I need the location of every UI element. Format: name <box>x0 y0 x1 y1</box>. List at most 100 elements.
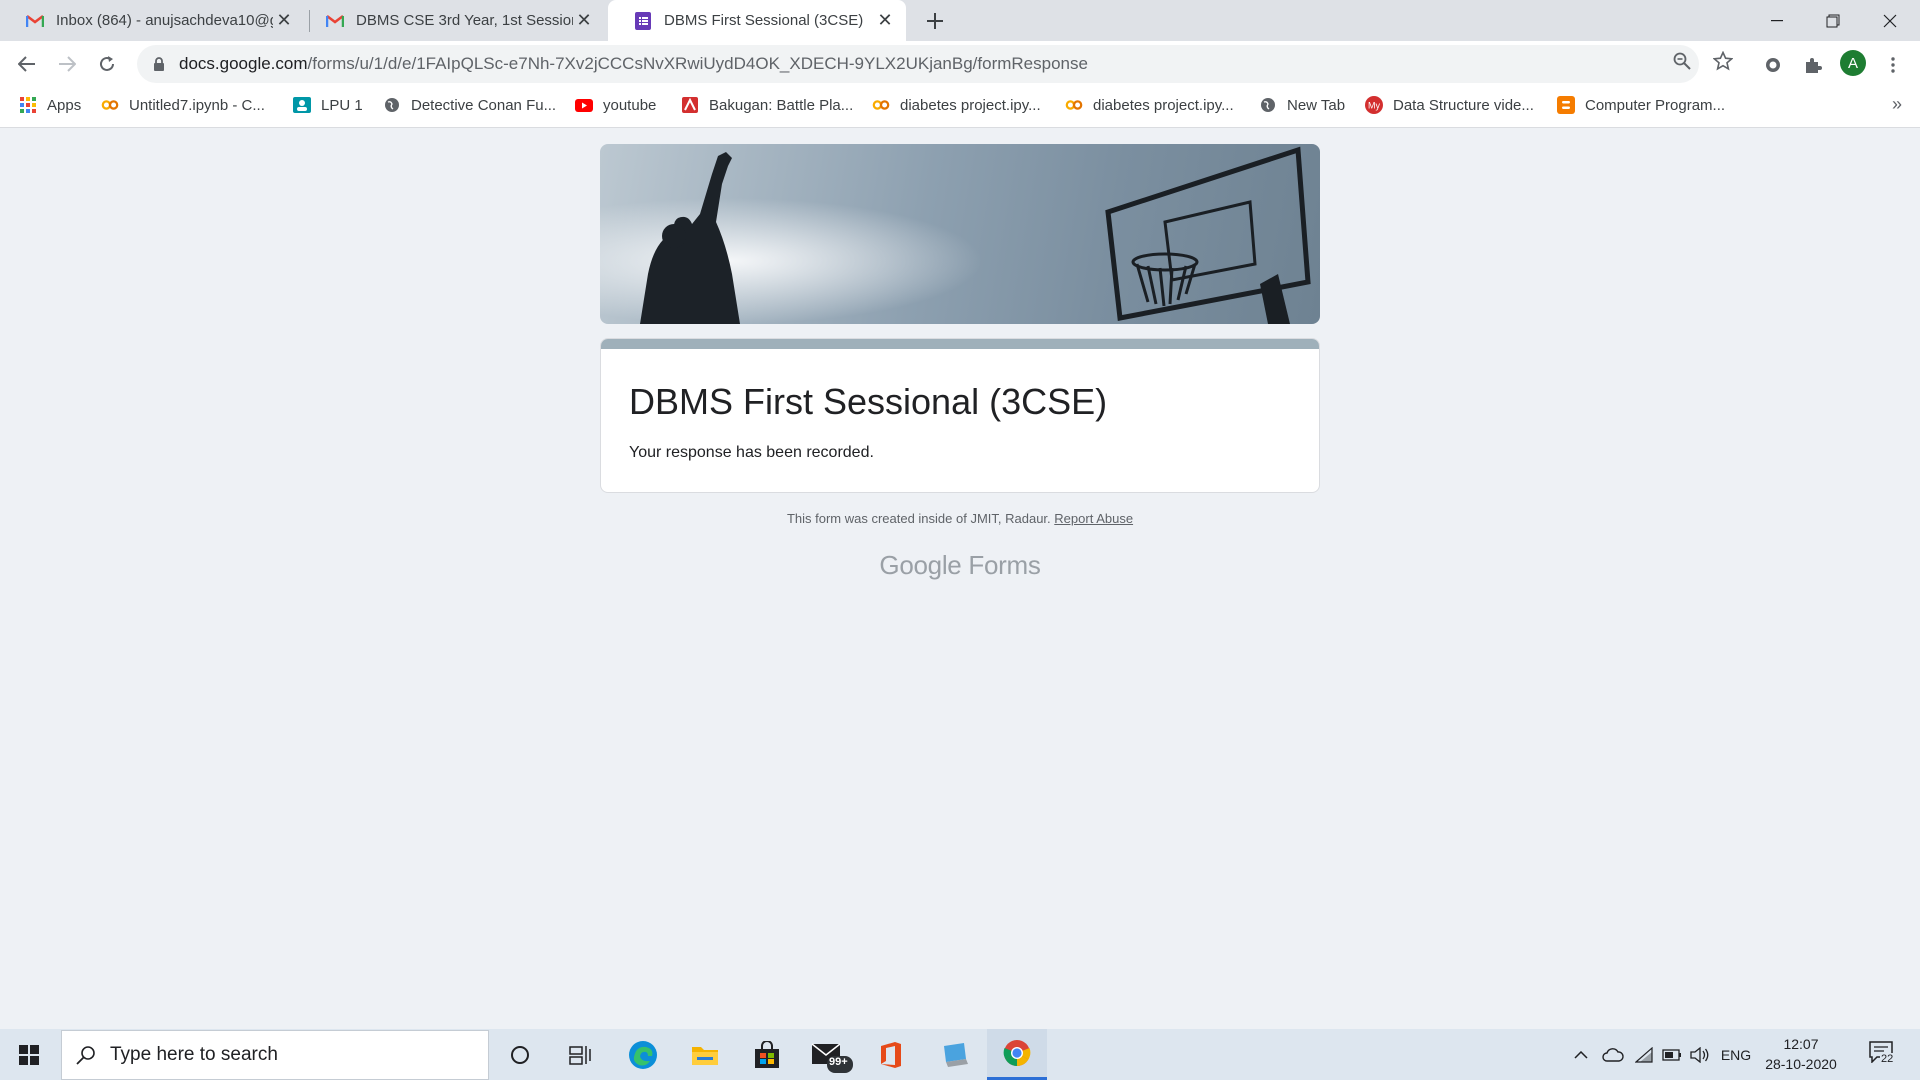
search-placeholder: Type here to search <box>110 1044 278 1065</box>
cortana-button[interactable] <box>491 1029 549 1080</box>
tab-strip: Inbox (864) - anujsachdeva10@g ✕ DBMS CS… <box>0 0 1920 41</box>
bookmark-detective-conan[interactable]: Detective Conan Fu... <box>383 88 556 122</box>
bookmarks-overflow-button[interactable]: » <box>1892 94 1902 115</box>
bookmark-apps[interactable]: Apps <box>19 88 81 122</box>
search-icon <box>76 1045 96 1065</box>
close-icon[interactable]: ✕ <box>573 10 595 32</box>
show-hidden-icons-button[interactable] <box>1570 1029 1592 1080</box>
store-app[interactable] <box>738 1029 796 1080</box>
back-button[interactable] <box>12 49 42 79</box>
zoom-icon[interactable] <box>1671 50 1693 72</box>
network-tray[interactable] <box>1632 1029 1656 1080</box>
close-icon[interactable]: ✕ <box>874 10 896 32</box>
task-view-icon <box>569 1045 591 1065</box>
mail-app[interactable]: 99+ <box>802 1029 860 1080</box>
colab-icon <box>101 96 119 114</box>
tab-dbms-mail[interactable]: DBMS CSE 3rd Year, 1st Sessiona ✕ <box>300 0 605 41</box>
lock-icon[interactable] <box>151 56 167 72</box>
bookmark-data-structure[interactable]: My Data Structure vide... <box>1365 88 1534 122</box>
office-app[interactable] <box>862 1029 920 1080</box>
bookmark-label: Bakugan: Battle Pla... <box>709 96 854 114</box>
wifi-icon <box>1635 1046 1653 1063</box>
edge-app[interactable] <box>614 1029 672 1080</box>
colab-icon <box>872 96 890 114</box>
bookmark-bakugan[interactable]: Bakugan: Battle Pla... <box>681 88 853 122</box>
bookmark-label: Detective Conan Fu... <box>411 96 557 114</box>
file-explorer-app[interactable] <box>676 1029 734 1080</box>
plus-icon <box>927 13 943 29</box>
taskbar-search-box[interactable]: Type here to search <box>61 1030 489 1080</box>
bookmark-label: Apps <box>47 96 82 114</box>
edge-icon <box>629 1040 657 1069</box>
speaker-icon <box>1690 1046 1709 1063</box>
chevron-up-icon <box>1574 1050 1588 1059</box>
action-center-button[interactable]: 22 <box>1866 1039 1900 1069</box>
task-view-button[interactable] <box>551 1029 609 1080</box>
puzzle-icon[interactable] <box>1801 53 1825 77</box>
onedrive-tray[interactable] <box>1600 1029 1626 1080</box>
globe-icon <box>1259 96 1277 114</box>
language-indicator[interactable]: ENG <box>1718 1029 1754 1080</box>
browser-toolbar: docs.google.com/forms/u/1/d/e/1FAIpQLSc-… <box>0 41 1920 88</box>
taskbar-clock[interactable]: 12:07 28-10-2020 <box>1756 1034 1846 1074</box>
bakugan-icon <box>681 96 699 114</box>
forward-arrow-icon <box>59 56 76 72</box>
windows-taskbar: Type here to search 99+ ENG 12:07 28-10-… <box>0 1029 1920 1080</box>
cortana-icon <box>511 1045 529 1064</box>
office-icon <box>881 1041 901 1068</box>
card-accent-stripe <box>601 339 1319 349</box>
svg-text:My: My <box>1368 101 1380 111</box>
google-forms-logo[interactable]: Google Forms <box>600 550 1320 581</box>
notification-count: 22 <box>1880 1053 1895 1065</box>
bookmark-lpu[interactable]: LPU 1 <box>293 88 363 122</box>
close-window-button[interactable] <box>1862 0 1918 41</box>
restore-button[interactable] <box>1805 0 1861 41</box>
avatar[interactable]: A <box>1840 50 1866 76</box>
apps-grid-icon <box>19 96 37 114</box>
bookmark-diabetes-1[interactable]: diabetes project.ipy... <box>872 88 1041 122</box>
address-bar[interactable]: docs.google.com/forms/u/1/d/e/1FAIpQLSc-… <box>137 45 1699 83</box>
bookmark-new-tab[interactable]: New Tab <box>1259 88 1345 122</box>
bookmark-youtube[interactable]: youtube <box>575 88 656 122</box>
report-abuse-link[interactable]: Report Abuse <box>1054 511 1133 526</box>
bookmarks-bar: Apps Untitled7.ipynb - C... LPU 1 Detect… <box>0 88 1920 128</box>
store-bag-icon <box>755 1040 779 1068</box>
confirmation-message: Your response has been recorded. <box>629 444 874 461</box>
volume-tray[interactable] <box>1688 1029 1712 1080</box>
minimize-icon <box>1771 19 1783 21</box>
tab-dbms-form[interactable]: DBMS First Sessional (3CSE) ✕ <box>608 0 906 41</box>
chrome-app[interactable] <box>987 1029 1047 1080</box>
close-icon[interactable]: ✕ <box>273 10 295 32</box>
minimize-button[interactable] <box>1749 0 1805 41</box>
url-host: docs.google.com <box>179 54 308 73</box>
new-tab-button[interactable] <box>920 6 950 36</box>
star-icon[interactable] <box>1712 50 1734 72</box>
back-arrow-icon <box>18 56 35 72</box>
forms-wordmark: Forms <box>968 550 1041 580</box>
extension-icon[interactable] <box>1761 53 1785 77</box>
lpu-icon <box>293 96 311 114</box>
folder-icon <box>692 1046 718 1065</box>
mail-badge: 99+ <box>829 1056 848 1068</box>
bookmark-label: LPU 1 <box>321 96 363 114</box>
tab-inbox[interactable]: Inbox (864) - anujsachdeva10@g ✕ <box>0 0 305 41</box>
confirmation-card: DBMS First Sessional (3CSE) Your respons… <box>600 338 1320 493</box>
bookmark-computer-program[interactable]: Computer Program... <box>1557 88 1725 122</box>
kebab-menu-icon[interactable] <box>1881 53 1905 77</box>
bookmark-label: New Tab <box>1287 96 1346 114</box>
start-button[interactable] <box>0 1029 58 1080</box>
bookmark-label: youtube <box>603 96 657 114</box>
close-icon <box>1883 14 1897 27</box>
tab-title: Inbox (864) - anujsachdeva10@g <box>56 12 273 29</box>
pinned-app[interactable] <box>926 1029 984 1080</box>
reload-button[interactable] <box>92 49 122 79</box>
mycodeschool-icon: My <box>1365 96 1383 114</box>
chrome-icon <box>1003 1040 1031 1067</box>
battery-tray[interactable] <box>1660 1029 1684 1080</box>
forward-button[interactable] <box>52 49 82 79</box>
colab-icon <box>1065 96 1083 114</box>
bookmark-untitled7[interactable]: Untitled7.ipynb - C... <box>101 88 265 122</box>
tab-title: DBMS CSE 3rd Year, 1st Sessiona <box>356 12 573 29</box>
this-pc-icon <box>944 1042 968 1067</box>
bookmark-diabetes-2[interactable]: diabetes project.ipy... <box>1065 88 1234 122</box>
